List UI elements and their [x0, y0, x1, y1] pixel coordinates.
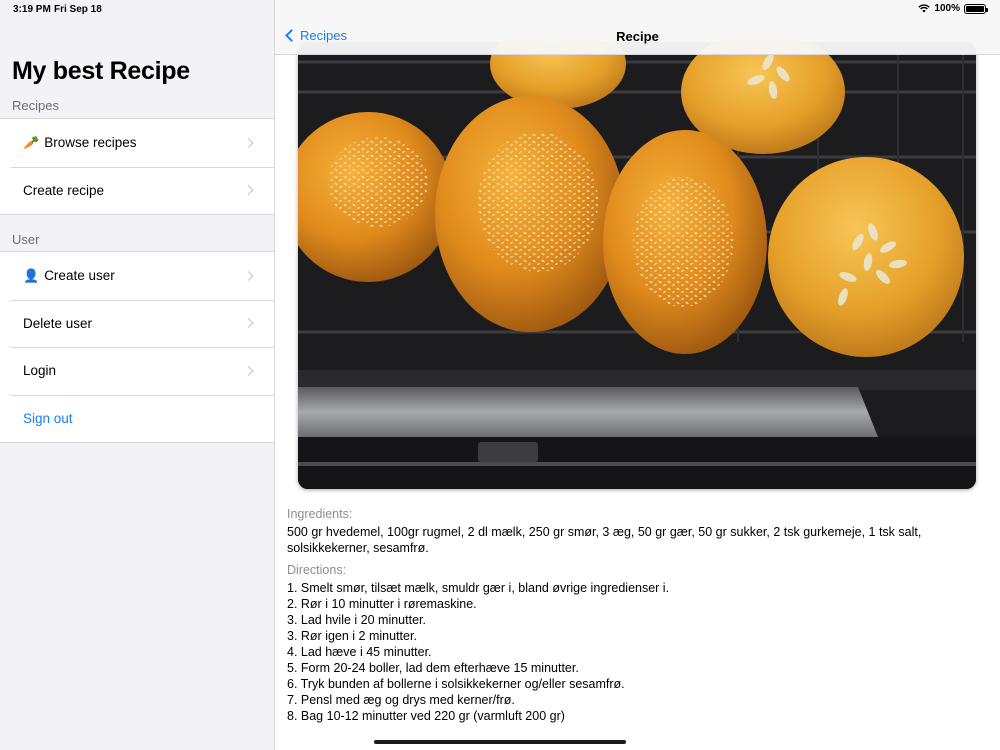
wifi-icon	[918, 4, 931, 13]
sidebar-item-create-user[interactable]: 👤 Create user	[0, 252, 274, 300]
recipe-content: Ingredients: 500 gr hvedemel, 100gr rugm…	[287, 506, 987, 724]
sidebar-item-login[interactable]: Login	[0, 347, 274, 395]
sidebar-item-label: Delete user	[23, 315, 93, 331]
sidebar-item-browse-recipes[interactable]: 🥕 Browse recipes	[0, 119, 274, 167]
carrot-icon: 🥕	[23, 134, 40, 150]
sidebar: My best Recipe Recipes 🥕 Browse recipes …	[0, 0, 275, 750]
recipes-group: 🥕 Browse recipes Create recipe	[0, 118, 274, 215]
sidebar-item-label: Create user	[44, 268, 115, 284]
battery-icon	[964, 3, 988, 14]
sign-out-button[interactable]: Sign out	[0, 394, 274, 443]
page-title: Recipe	[616, 29, 659, 44]
sidebar-item-create-recipe[interactable]: Create recipe	[0, 166, 274, 215]
section-header-recipes: Recipes	[12, 98, 59, 113]
sidebar-item-label: Create recipe	[23, 182, 105, 198]
status-time: 3:19 PM	[13, 4, 51, 15]
home-indicator[interactable]	[374, 740, 626, 744]
recipe-photo	[298, 42, 976, 489]
sidebar-title: My best Recipe	[12, 57, 190, 85]
sidebar-item-label: Sign out	[23, 410, 73, 426]
chevron-right-icon	[243, 318, 254, 329]
chevron-right-icon	[243, 137, 254, 148]
chevron-right-icon	[243, 185, 254, 196]
user-group: 👤 Create user Delete user Login Sign out	[0, 251, 274, 443]
directions-text: 1. Smelt smør, tilsæt mælk, smuldr gær i…	[287, 581, 670, 723]
status-bar: 3:19 PM Fri Sep 18 100%	[0, 0, 1000, 18]
sidebar-item-delete-user[interactable]: Delete user	[0, 299, 274, 348]
directions-label: Directions:	[287, 563, 347, 577]
recipe-detail: Recipes Recipe Ingredients: 500 gr hvede…	[275, 0, 1000, 750]
sidebar-item-label: Login	[23, 363, 57, 379]
status-indicators: 100%	[918, 3, 988, 14]
chevron-right-icon	[243, 270, 254, 281]
battery-percent: 100%	[934, 3, 960, 14]
sidebar-item-label: Browse recipes	[44, 135, 137, 151]
ingredients-text: 500 gr hvedemel, 100gr rugmel, 2 dl mælk…	[287, 525, 922, 555]
section-header-user: User	[12, 232, 40, 247]
chevron-right-icon	[243, 365, 254, 376]
user-silhouette-icon: 👤	[23, 267, 40, 283]
ingredients-label: Ingredients:	[287, 507, 353, 521]
status-date: Fri Sep 18	[54, 4, 102, 15]
